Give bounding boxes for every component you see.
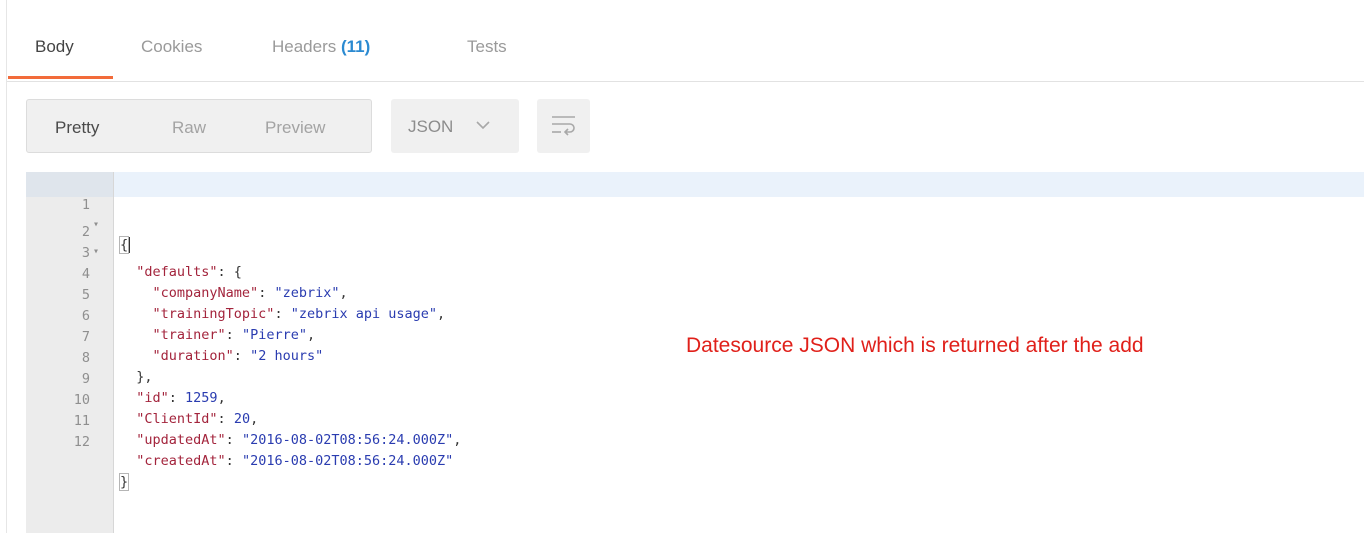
json-string: "2016-08-02T08:56:24.000Z": [241, 453, 454, 469]
code-line: 11 "createdAt": "2016-08-02T08:56:24.000…: [26, 391, 1364, 469]
pretty-mode-button[interactable]: Pretty: [55, 118, 99, 138]
code-line: 10 "updatedAt": "2016-08-02T08:56:24.000…: [26, 370, 1364, 448]
wrap-lines-button[interactable]: [537, 99, 590, 153]
code-line: 12 }: [26, 412, 1364, 491]
format-select-value: JSON: [408, 117, 454, 136]
response-tabs: Body Cookies Headers (11) Tests: [7, 0, 1364, 82]
tab-cookies[interactable]: Cookies: [141, 37, 202, 57]
code-line: 5 "trainer": "Pierre",: [26, 265, 1364, 343]
format-select[interactable]: JSON: [391, 99, 519, 153]
view-mode-switcher: Pretty Raw Preview: [26, 99, 372, 153]
code-line: 4 "trainingTopic": "zebrix api usage",: [26, 244, 1364, 322]
code-text: "updatedAt": "2016-08-02T08:56:24.000Z",: [136, 432, 462, 448]
code-text: "createdAt": "2016-08-02T08:56:24.000Z": [136, 453, 454, 469]
code-line: 1 ▾ {: [26, 175, 1364, 254]
active-tab-indicator: [8, 76, 113, 79]
raw-mode-button[interactable]: Raw: [172, 118, 206, 138]
code-line: 7 },: [26, 307, 1364, 385]
json-string: "2016-08-02T08:56:24.000Z": [241, 432, 454, 448]
json-key: "updatedAt": [136, 432, 226, 448]
wrap-lines-icon: [552, 116, 575, 136]
headers-count-badge: (11): [341, 37, 371, 56]
tab-body-label: Body: [35, 37, 74, 56]
code-line: 3 "companyName": "zebrix",: [26, 223, 1364, 301]
code-line: 2 ▾ "defaults": {: [26, 202, 1364, 280]
annotation-note: Datesource JSON which is returned after …: [686, 334, 1144, 357]
line-number: 12: [73, 434, 90, 450]
code-text: }: [118, 472, 130, 492]
tab-headers-label: Headers: [272, 37, 337, 56]
tab-cookies-label: Cookies: [141, 37, 203, 56]
tab-tests[interactable]: Tests: [467, 37, 507, 57]
response-panel: Body Cookies Headers (11) Tests Pretty R…: [0, 0, 1364, 533]
chevron-down-icon: [476, 121, 490, 130]
tab-tests-label: Tests: [467, 37, 507, 56]
tab-headers[interactable]: Headers (11): [272, 37, 370, 57]
tab-body[interactable]: Body: [35, 37, 74, 57]
json-key: "createdAt": [136, 453, 226, 469]
code-line: 6 "duration": "2 hours": [26, 286, 1364, 364]
close-brace: }: [118, 473, 130, 491]
preview-mode-button[interactable]: Preview: [265, 118, 325, 138]
